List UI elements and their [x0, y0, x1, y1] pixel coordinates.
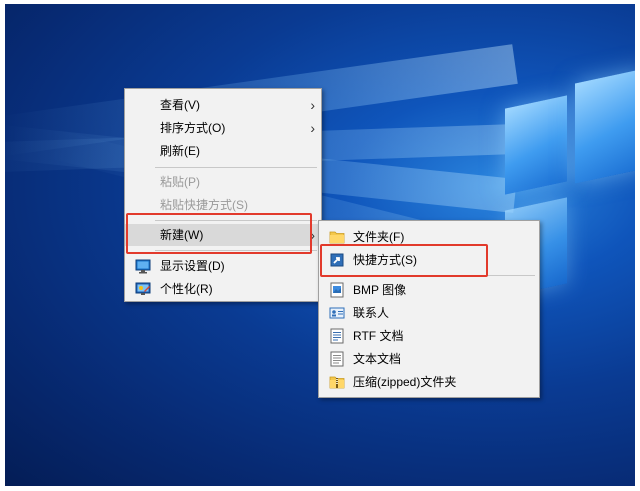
menu-item-label: 刷新(E)	[160, 144, 200, 158]
zip-folder-icon	[329, 376, 345, 389]
menu-item-label: 显示设置(D)	[160, 259, 225, 273]
submenu-item-rtf-document[interactable]: RTF 文档	[319, 325, 539, 347]
chevron-right-icon: ›	[310, 120, 315, 136]
menu-item-label: 压缩(zipped)文件夹	[353, 375, 457, 389]
text-document-icon	[330, 351, 344, 367]
menu-item-label: RTF 文档	[353, 329, 404, 343]
chevron-right-icon: ›	[310, 97, 315, 113]
menu-item-sort-by[interactable]: 排序方式(O) ›	[125, 117, 321, 139]
menu-item-label: 查看(V)	[160, 98, 200, 112]
windows-logo-pane	[505, 95, 567, 195]
rtf-document-icon	[330, 328, 344, 344]
submenu-item-zip-folder[interactable]: 压缩(zipped)文件夹	[319, 371, 539, 393]
personalize-icon	[135, 282, 151, 295]
menu-item-paste: 粘贴(P)	[125, 171, 321, 193]
menu-item-personalize[interactable]: 个性化(R)	[125, 278, 321, 300]
menu-item-view[interactable]: 查看(V) ›	[125, 94, 321, 116]
desktop-context-menu: 查看(V) › 排序方式(O) › 刷新(E) 粘贴(P) 粘贴快捷方式(S) …	[124, 88, 322, 302]
menu-item-label: 文本文档	[353, 352, 402, 366]
folder-icon	[329, 231, 345, 244]
display-icon	[135, 259, 151, 274]
contact-icon	[329, 307, 345, 319]
menu-item-display-settings[interactable]: 显示设置(D)	[125, 255, 321, 277]
menu-item-label: 排序方式(O)	[160, 121, 226, 135]
bmp-image-icon	[330, 282, 344, 298]
submenu-item-contact[interactable]: 联系人	[319, 302, 539, 324]
windows-logo-pane	[575, 68, 635, 184]
menu-item-label: 联系人	[353, 306, 390, 320]
submenu-item-text-document[interactable]: 文本文档	[319, 348, 539, 370]
menu-item-refresh[interactable]: 刷新(E)	[125, 140, 321, 162]
highlight-box-new	[126, 213, 312, 254]
menu-item-label: 粘贴(P)	[160, 175, 200, 189]
menu-item-label: BMP 图像	[353, 283, 407, 297]
menu-item-label: 个性化(R)	[160, 282, 213, 296]
menu-separator	[155, 167, 317, 168]
submenu-item-bmp-image[interactable]: BMP 图像	[319, 279, 539, 301]
highlight-box-shortcut	[320, 244, 488, 277]
